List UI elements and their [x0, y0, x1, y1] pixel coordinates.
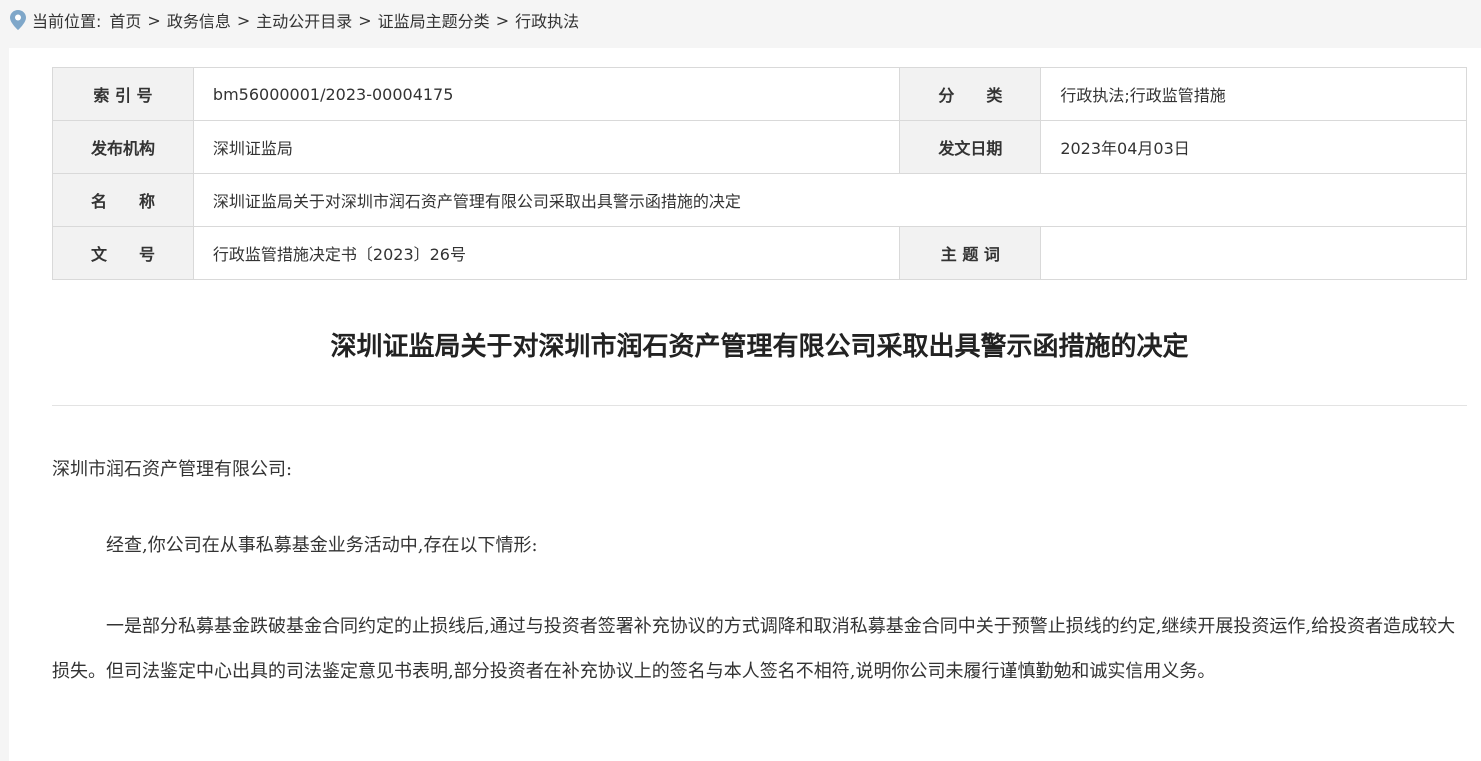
metadata-table: 索 引 号 bm56000001/2023-00004175 分 类 行政执法;… [52, 67, 1468, 280]
publisher-value: 深圳证监局 [192, 120, 901, 174]
article-title: 深圳证监局关于对深圳市润石资产管理有限公司采取出具警示函措施的决定 [330, 332, 1189, 362]
table-row: 索 引 号 bm56000001/2023-00004175 分 类 行政执法;… [52, 67, 1467, 121]
date-label: 发文日期 [899, 120, 1042, 174]
keyword-value [1040, 226, 1467, 280]
name-label: 名 称 [52, 173, 194, 227]
content-panel: 索 引 号 bm56000001/2023-00004175 分 类 行政执法;… [9, 48, 1481, 761]
location-pin-icon [10, 10, 26, 30]
breadcrumb-link-disclosure-catalog[interactable]: 主动公开目录 [256, 8, 352, 32]
breadcrumb: 当前位置: 首页 > 政务信息 > 主动公开目录 > 证监局主题分类 > 行政执… [0, 0, 1481, 40]
breadcrumb-link-topic-category[interactable]: 证监局主题分类 [378, 8, 490, 32]
table-row: 文 号 行政监管措施决定书〔2023〕26号 主 题 词 [52, 226, 1467, 280]
date-value: 2023年04月03日 [1040, 120, 1467, 174]
article-paragraph: 经查,你公司在从事私募基金业务活动中,存在以下情形: [106, 535, 538, 556]
breadcrumb-separator: > [147, 10, 161, 30]
breadcrumb-prefix: 当前位置: [32, 12, 102, 31]
article-body: 深圳市润石资产管理有限公司: 经查,你公司在从事私募基金业务活动中,存在以下情形… [52, 452, 1467, 694]
index-value: bm56000001/2023-00004175 [192, 67, 901, 121]
category-value: 行政执法;行政监管措施 [1040, 67, 1467, 121]
publisher-label: 发布机构 [52, 120, 194, 174]
breadcrumb-separator: > [495, 10, 510, 30]
article-salutation: 深圳市润石资产管理有限公司: [52, 459, 293, 480]
docno-value: 行政监管措施决定书〔2023〕26号 [192, 226, 901, 280]
index-label: 索 引 号 [52, 67, 194, 121]
keyword-label: 主 题 词 [899, 226, 1042, 280]
table-row: 发布机构 深圳证监局 发文日期 2023年04月03日 [52, 120, 1467, 174]
docno-label: 文 号 [52, 226, 194, 280]
breadcrumb-link-gov-info[interactable]: 政务信息 [167, 8, 231, 32]
breadcrumb-separator: > [358, 10, 372, 30]
title-divider [52, 405, 1467, 406]
name-value: 深圳证监局关于对深圳市润石资产管理有限公司采取出具警示函措施的决定 [192, 173, 1468, 227]
article-paragraph: 一是部分私募基金跌破基金合同约定的止损线后,通过与投资者签署补充协议的方式调降和… [52, 616, 1456, 682]
category-label: 分 类 [899, 67, 1042, 121]
table-row: 名 称 深圳证监局关于对深圳市润石资产管理有限公司采取出具警示函措施的决定 [52, 173, 1468, 227]
breadcrumb-link-home[interactable]: 首页 [109, 8, 141, 32]
breadcrumb-separator: > [236, 10, 251, 30]
breadcrumb-link-enforcement[interactable]: 行政执法 [515, 8, 579, 32]
